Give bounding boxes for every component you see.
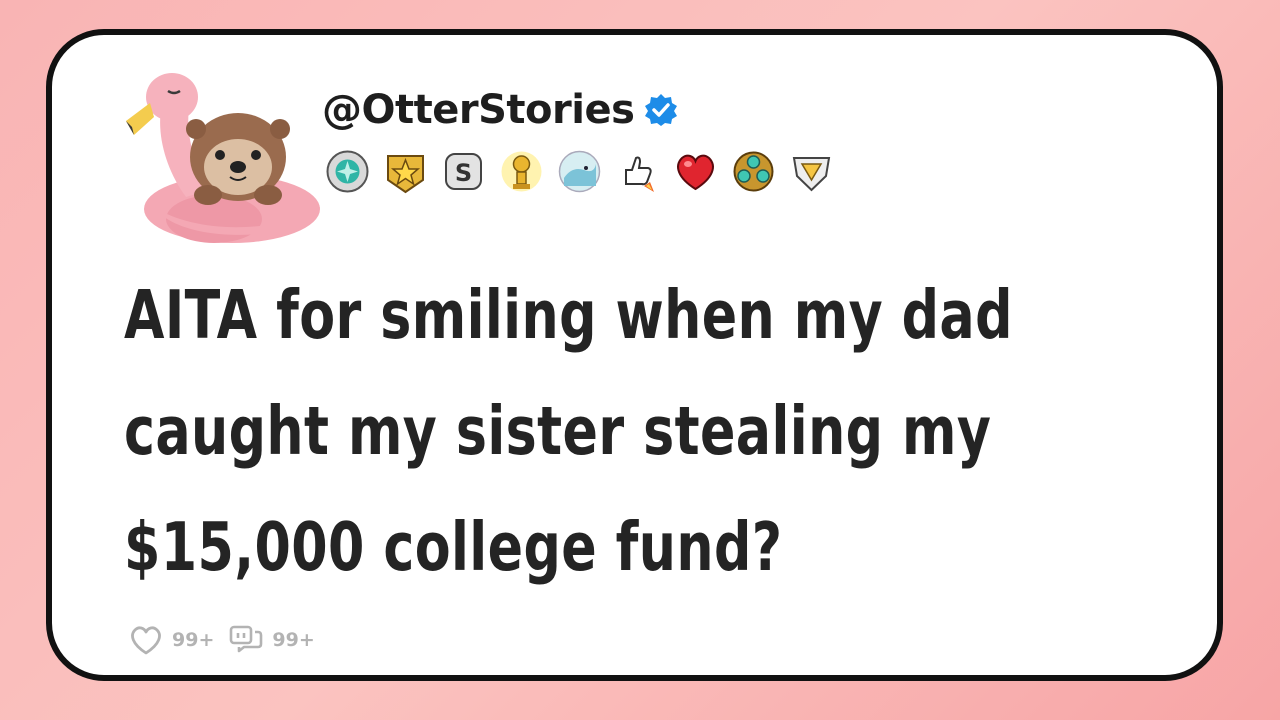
post-title-line: $15,000 college fund? [124, 508, 783, 586]
gem-cluster-badge-icon [733, 151, 774, 192]
like-count: 99+ [172, 629, 215, 651]
otter-flamingo-avatar [126, 73, 320, 243]
post-stats: 99+ 99+ [128, 623, 329, 657]
gem-shield-badge-icon [326, 150, 369, 193]
post-title-line: caught my sister stealing my [124, 392, 992, 470]
gold-trophy-badge-icon [501, 151, 542, 192]
comment-count: 99+ [272, 629, 315, 651]
svg-text:S: S [455, 159, 472, 187]
post-card: @OtterStories S AITA for smiling when my… [46, 29, 1223, 681]
heart-badge-icon [677, 154, 714, 191]
badge-row: S [324, 148, 835, 195]
comment-button[interactable]: 99+ [228, 623, 315, 657]
verified-icon [645, 94, 678, 126]
silver-s-badge-icon: S [445, 153, 482, 190]
thumbs-up-rocket-badge-icon [625, 156, 654, 192]
author-row: @OtterStories [322, 87, 678, 133]
heart-outline-icon [131, 626, 161, 655]
post-title-line: AITA for smiling when my dad [124, 276, 1013, 354]
diamond-shield-badge-icon [792, 157, 831, 192]
post-title: AITA for smiling when my dad caught my s… [124, 257, 1013, 605]
like-button[interactable]: 99+ [128, 623, 214, 657]
wave-face-badge-icon [558, 150, 601, 193]
gold-star-badge-icon [387, 155, 424, 194]
author-handle[interactable]: @OtterStories [322, 87, 635, 133]
comment-icon [230, 625, 263, 653]
